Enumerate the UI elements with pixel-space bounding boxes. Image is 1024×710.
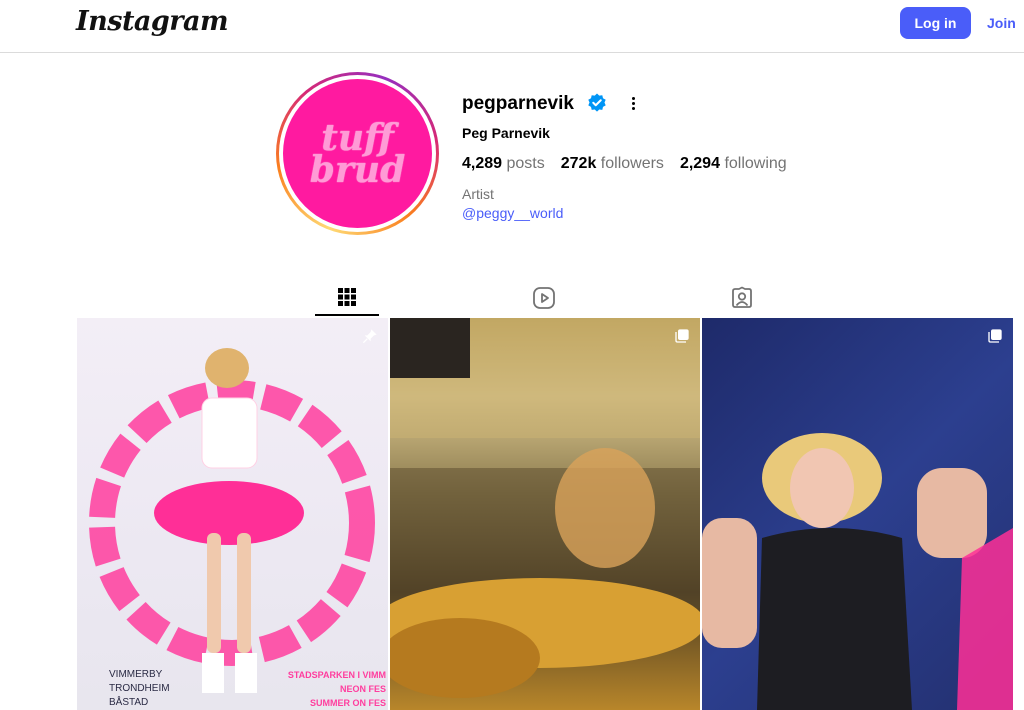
tab-posts[interactable] [315,280,379,316]
poster-lines-right: STADSPARKEN I VIMM NEON FES SUMMER ON FE… [287,670,386,708]
profile-category: Artist [462,186,494,202]
tab-reels[interactable] [512,280,576,316]
tab-tagged[interactable] [710,280,774,316]
posts-count: 4,289 posts [462,155,545,172]
log-in-button[interactable]: Log in [900,7,971,39]
avatar-text-line2: brud [309,148,406,191]
carousel-icon [675,329,689,343]
profile-avatar-ring[interactable]: tuff brud [276,72,439,235]
followers-count[interactable]: 272k followers [561,155,664,173]
post-image-3 [702,433,1013,710]
instagram-logo[interactable]: Instagram [76,6,229,37]
bio-link[interactable]: @peggy__world [462,205,563,221]
options-more-icon[interactable] [622,92,644,114]
profile-full-name: Peg Parnevik [462,125,550,141]
reels-icon [533,287,555,309]
avatar[interactable]: tuff brud [283,79,432,228]
post-image-2 [390,318,700,698]
top-navigation-bar: Instagram Log in Join [0,0,1024,53]
verified-badge-icon [588,93,606,112]
post-image-1 [89,348,375,693]
following-count[interactable]: 2,294 following [680,155,787,173]
profile-stats: 4,289 posts 272k followers 2,294 followi… [462,155,787,173]
join-link[interactable]: Join [987,15,1016,31]
carousel-icon [988,329,1002,343]
poster-lines-left: VIMMERBY TRONDHEIM BÅSTAD [109,669,170,708]
post-tile-1[interactable]: VIMMERBY TRONDHEIM BÅSTAD STADSPARKEN I … [77,318,388,710]
post-tile-3[interactable] [702,318,1013,710]
profile-username: pegparnevik [462,93,574,114]
post-tile-2[interactable] [390,318,700,710]
grid-icon [338,288,356,306]
pin-icon [362,329,377,344]
tagged-icon [732,286,752,308]
